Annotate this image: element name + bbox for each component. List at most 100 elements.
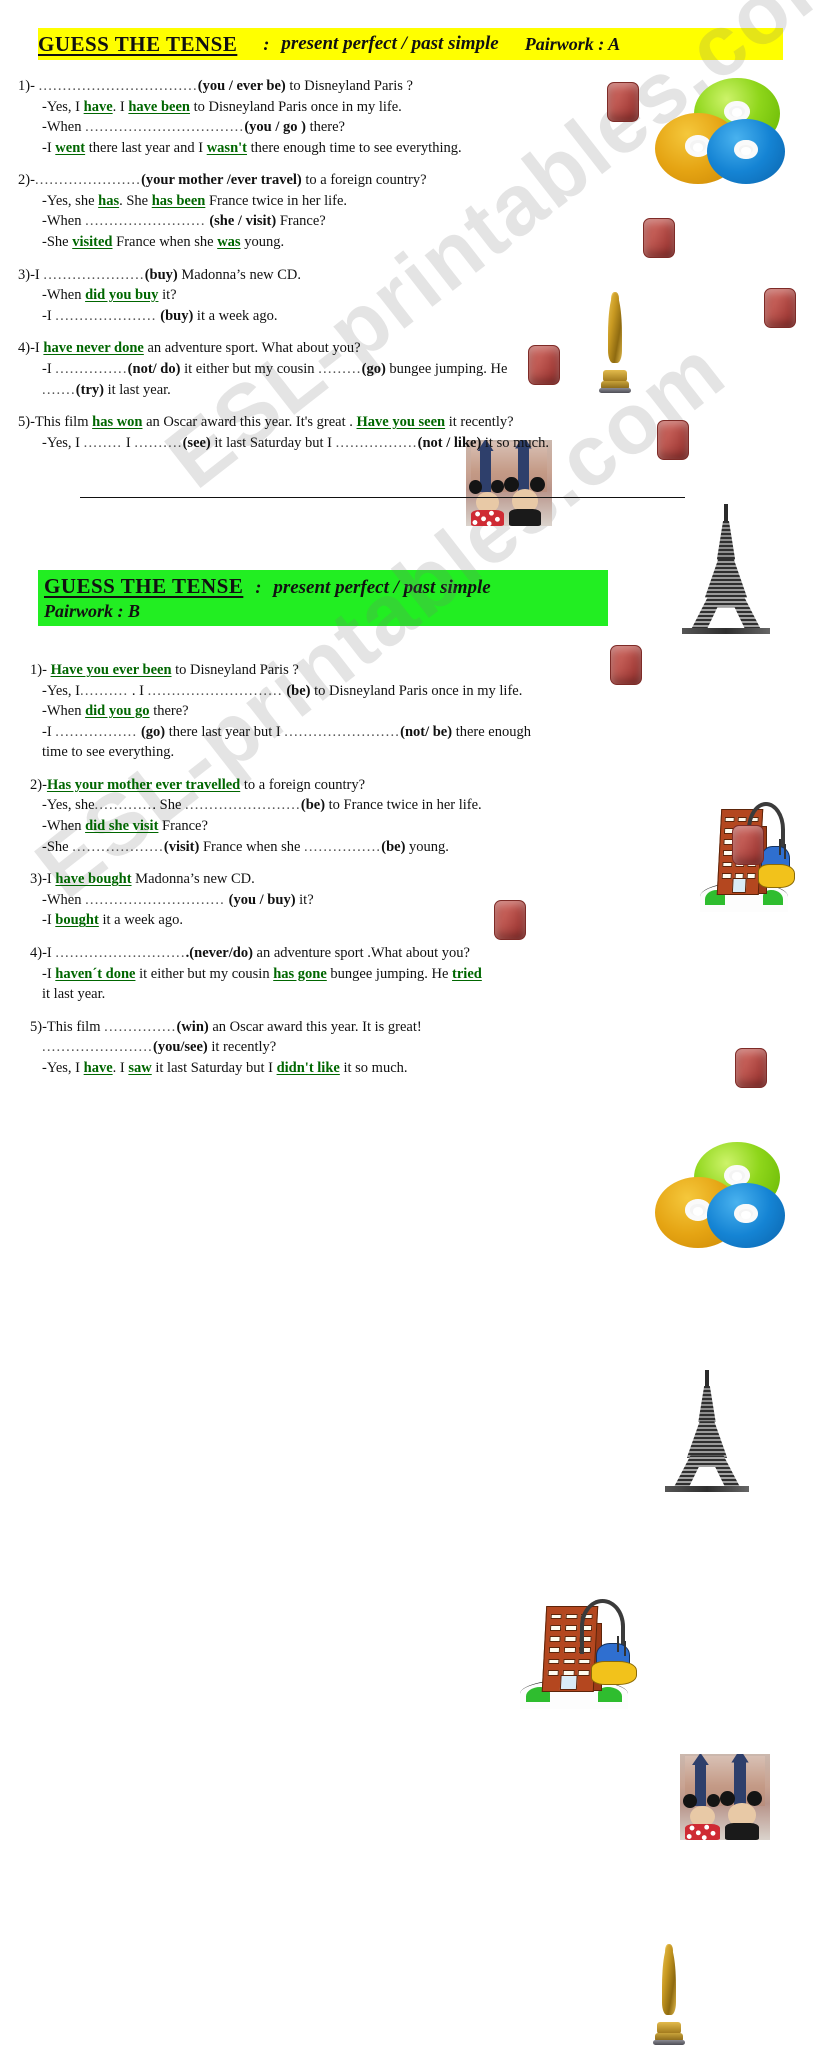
exercise-line: -When did you go there?	[0, 701, 760, 722]
sentence-text: young.	[240, 234, 285, 251]
bungee-jumper-legs	[591, 1660, 637, 1685]
bungee-clipart	[520, 1599, 637, 1709]
motion-line	[778, 839, 781, 855]
sentence-text: there?	[305, 119, 345, 136]
sentence-text: -I	[42, 139, 56, 156]
blank-line: .............................	[85, 891, 226, 908]
exercise-item: 5) -This film ...............(win) an Os…	[0, 1017, 760, 1079]
exercise-item: 4) -I have never done an adventure sport…	[0, 338, 760, 400]
sentence-text: it last year.	[42, 986, 106, 1003]
part-b-title: GUESS THE TENSE	[44, 574, 244, 598]
exercise-number: 2)	[18, 172, 31, 189]
sentence-text: France?	[158, 818, 208, 835]
sentence-text: -I	[42, 723, 56, 740]
sentence-text: it a week ago.	[193, 307, 278, 324]
oscar-statue	[648, 1944, 690, 2045]
exercise-line: 3) -I have bought Madonna’s new CD.	[0, 869, 760, 890]
sentence-text: there enough time to see everything.	[247, 139, 462, 156]
blank-line: ........	[83, 434, 123, 451]
cd-cluster	[655, 1142, 785, 1250]
sentence-text: it last Saturday but I	[210, 434, 336, 451]
eiffel-middle	[686, 1421, 728, 1458]
exercise-line: 1) - Have you ever been to Disneyland Pa…	[0, 660, 760, 681]
exercise-item: 3) -I have bought Madonna’s new CD. -When…	[0, 869, 760, 931]
verb-cue: (your mother /ever travel)	[141, 172, 302, 189]
section-divider	[80, 497, 685, 498]
part-a-colon: :	[263, 33, 270, 54]
sentence-text: there last year but I	[165, 723, 285, 740]
blank-line: .................................	[85, 119, 245, 136]
verb-cue: (you / ever be)	[197, 78, 286, 94]
mickey-ear	[530, 476, 545, 492]
exercise-item: 4) -I ............................(never…	[0, 943, 760, 1005]
mickey-figure	[720, 1790, 763, 1840]
exercise-line: it last year.	[0, 984, 760, 1005]
bungee-jumper-legs	[757, 863, 796, 888]
answer-text: wasn't	[206, 139, 247, 156]
sentence-text: -I	[42, 360, 56, 377]
mickey-body	[509, 509, 542, 526]
verb-cue: (buy)	[144, 266, 178, 283]
sentence-text: it so much.	[339, 1059, 408, 1076]
exercise-line: -She ...................(visit) France w…	[0, 837, 760, 858]
blank-line: ..........	[134, 434, 183, 451]
answer-text: Have you ever been	[50, 662, 172, 678]
sentence-text: an Oscar award this year. It's great .	[142, 414, 357, 431]
exercise-line: -When ......................... (she / v…	[0, 211, 760, 232]
sentence-text: to Disneyland Paris ?	[171, 662, 299, 678]
exercise-line: -Yes, I have. I have been to Disneyland …	[0, 97, 760, 118]
mickey-ear	[747, 1790, 763, 1806]
motion-line	[623, 1640, 626, 1657]
blank-line: .................................	[38, 78, 198, 94]
sentence-text: it recently?	[445, 414, 514, 431]
minnie-figure	[683, 1793, 721, 1840]
part-b-pairwork: Pairwork : B	[44, 601, 141, 621]
verb-cue: .(never/do)	[185, 944, 253, 961]
part-b-subtitle: present perfect / past simple	[273, 577, 491, 598]
blank-line: .........	[318, 360, 362, 377]
exercise-number: 3)	[30, 871, 43, 888]
exercise-item: 3) -I .....................(buy) Madonna…	[0, 265, 760, 327]
answer-text: tried	[452, 965, 482, 982]
exercise-line: -Yes, she has. She has been France twice…	[0, 191, 760, 212]
exercise-item: 1) - Have you ever been to Disneyland Pa…	[0, 660, 760, 763]
sentence-text: -When	[42, 287, 86, 304]
blank-line: .....................	[43, 266, 145, 283]
sentence-text: -She	[42, 234, 73, 251]
eiffel-arch	[672, 1455, 742, 1490]
exercise-line: -She visited France when she was young.	[0, 232, 760, 253]
blank-line: .......	[42, 381, 76, 398]
sentence-text: -I	[30, 340, 44, 357]
sentence-text: to a foreign country?	[301, 172, 427, 189]
sentence-text: -I	[42, 912, 56, 929]
answer-text: has won	[92, 414, 143, 431]
blank-line: .......................	[42, 1039, 153, 1056]
sentence-text: there last year and I	[85, 139, 207, 156]
verb-cue: (go)	[137, 723, 166, 740]
blank-line: .....................	[55, 307, 157, 324]
blank-line: .........................	[85, 213, 206, 230]
exercise-line: 4) -I have never done an adventure sport…	[0, 338, 760, 359]
sentence-text: it either but my cousin	[180, 360, 319, 377]
sentence-text: it?	[295, 891, 314, 908]
sentence-text: it last year.	[103, 381, 171, 398]
sentence-text: . I	[112, 98, 129, 115]
blank-line: ............................	[147, 682, 283, 699]
sentence-text: . I	[112, 1059, 129, 1076]
worksheet-page: ESL-printables.com ESL-printables.com GU…	[0, 0, 821, 2045]
verb-cue: (be)	[300, 797, 326, 814]
exercise-line: -I ..................... (buy) it a week…	[0, 306, 760, 327]
mickey-body	[725, 1823, 759, 1840]
answer-text: have	[83, 1059, 113, 1076]
verb-cue: (you / go )	[244, 119, 306, 136]
sentence-text: an adventure sport .What about you?	[252, 944, 470, 961]
exercise-item: 1) - .................................(y…	[0, 76, 760, 158]
motion-line	[784, 843, 787, 860]
answer-text: haven´t done	[55, 965, 136, 982]
exercise-line: 2) -Has your mother ever travelled to a …	[0, 775, 760, 796]
sentence-text: it either but my cousin	[135, 965, 274, 982]
blank-line: ............	[94, 797, 153, 814]
sentence-text: France twice in her life.	[205, 192, 348, 209]
answer-text: went	[55, 139, 86, 156]
exercise-line: 4) -I ............................(never…	[0, 943, 760, 964]
